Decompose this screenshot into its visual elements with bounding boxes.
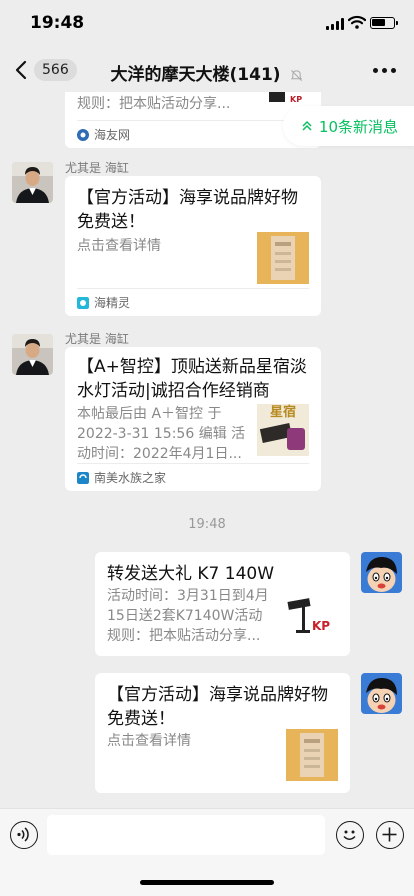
more-button[interactable]	[373, 68, 396, 73]
status-time: 19:48	[30, 13, 85, 33]
card-thumbnail: KP	[287, 598, 330, 633]
wifi-icon	[348, 15, 366, 29]
card-title: 【A+智控】顶贴送新品星宿淡水灯活动|诚招合作经销商	[77, 357, 307, 401]
source-icon	[77, 128, 89, 141]
more-actions-button[interactable]	[376, 821, 404, 849]
message-input[interactable]	[47, 815, 325, 855]
card-description: 点击查看详情	[77, 238, 161, 254]
source-name: 南美水族之家	[94, 471, 167, 485]
avatar[interactable]	[12, 162, 53, 203]
link-card[interactable]: 【官方活动】海享说品牌好物免费送！ 点击查看详情 海精灵	[65, 176, 321, 316]
status-bar: 19:48	[0, 0, 414, 48]
chat-title-text: 大洋的摩天大楼(141)	[110, 65, 281, 85]
new-messages-label: 10条新消息	[318, 117, 398, 136]
card-thumbnail	[257, 232, 309, 284]
source-icon	[77, 471, 89, 484]
nav-bar: 566 大洋的摩天大楼(141)	[0, 48, 414, 92]
sender-name: 尤其是 海缸	[65, 161, 129, 175]
link-card[interactable]: 【A+智控】顶贴送新品星宿淡水灯活动|诚招合作经销商 本帖最后由 A＋智控 于 …	[65, 347, 321, 491]
source-icon	[77, 296, 89, 309]
home-indicator	[140, 880, 274, 885]
card-source: 海友网	[77, 120, 309, 148]
card-title: 转发送大礼 K7 140W	[107, 564, 275, 584]
battery-icon	[370, 17, 398, 29]
emoji-button[interactable]	[336, 821, 364, 849]
voice-button[interactable]	[10, 821, 38, 849]
sender-name: 尤其是 海缸	[65, 332, 129, 346]
card-description: 本帖最后由 A＋智控 于 2022-3-31 15:56 编辑 活 动时间：20…	[77, 406, 246, 462]
card-source: 海精灵	[77, 288, 309, 316]
card-thumbnail	[286, 729, 338, 781]
mute-icon	[291, 69, 303, 81]
card-description: 规则：把本贴活动分享...	[77, 96, 231, 112]
avatar[interactable]	[361, 673, 402, 714]
link-card[interactable]: 转发送大礼 K7 140W 活动时间：3月31日到4月 15日送2套K7140W…	[95, 552, 350, 656]
card-title: 【官方活动】海享说品牌好物免费送！	[107, 685, 328, 729]
svg-text:KP: KP	[290, 95, 302, 104]
card-title: 【官方活动】海享说品牌好物免费送！	[77, 188, 298, 232]
source-name: 海精灵	[94, 296, 131, 310]
card-description: 点击查看详情	[107, 733, 191, 749]
card-description: 活动时间：3月31日到4月 15日送2套K7140W活动 规则：把本贴活动分享.…	[107, 588, 269, 644]
new-messages-button[interactable]: 10条新消息	[282, 106, 414, 146]
plus-icon	[382, 827, 397, 842]
card-source: 南美水族之家	[77, 463, 309, 491]
chat-area[interactable]: 规则：把本贴活动分享... KP 海友网 10条新消息 尤其是 海缸 【官方活动…	[0, 92, 414, 808]
timestamp: 19:48	[188, 517, 226, 532]
emoji-icon	[343, 830, 356, 840]
link-card[interactable]: 【官方活动】海享说品牌好物免费送！ 点击查看详情	[95, 673, 350, 793]
avatar[interactable]	[12, 334, 53, 375]
chat-title: 大洋的摩天大楼(141)	[0, 60, 414, 85]
svg-text:KP: KP	[312, 619, 330, 633]
link-card[interactable]: 规则：把本贴活动分享... KP 海友网	[65, 92, 321, 148]
double-chevron-up-icon	[302, 120, 312, 131]
signal-icon	[326, 18, 344, 30]
source-name: 海友网	[94, 128, 131, 142]
avatar[interactable]	[361, 552, 402, 593]
voice-icon	[17, 827, 29, 842]
card-thumbnail: 星宿	[257, 404, 309, 456]
